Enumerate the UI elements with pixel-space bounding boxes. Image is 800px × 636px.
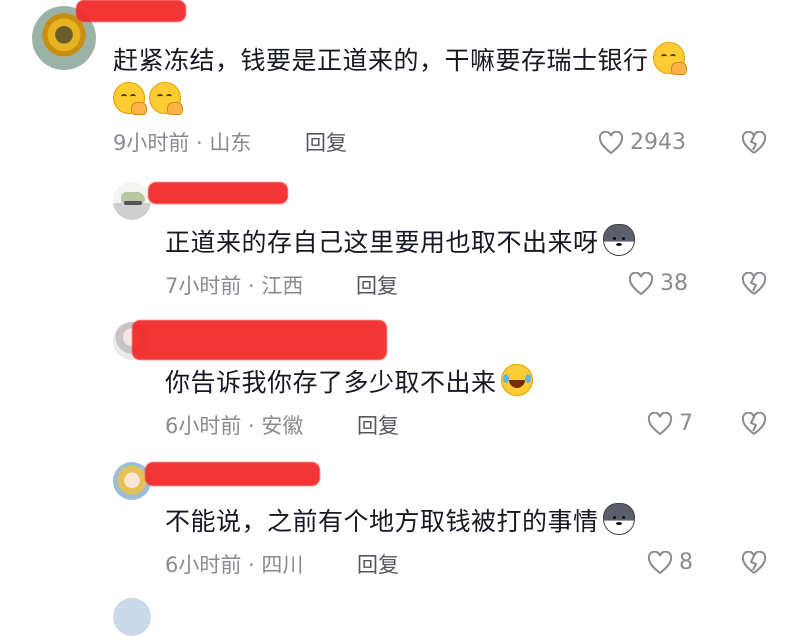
redacted-username — [132, 320, 387, 360]
heart-outline-icon — [647, 551, 673, 575]
like-button[interactable]: 8 — [647, 548, 693, 578]
hehe-emoji-icon — [149, 82, 183, 115]
reply-text: 正道来的存自己这里要用也取不出来呀 — [165, 224, 635, 262]
comment-text-line2 — [113, 82, 183, 120]
comment-text: 赶紧冻结，钱要是正道来的，干嘛要存瑞士银行 — [113, 42, 687, 80]
husky-emoji-icon — [602, 224, 635, 256]
like-button[interactable]: 2943 — [598, 128, 686, 158]
reply-time-location: 6小时前 · 四川 — [165, 553, 304, 577]
reply-body: 你告诉我你存了多少取不出来 — [165, 368, 497, 397]
heart-outline-icon — [647, 412, 673, 436]
reply-item: 不能说，之前有个地方取钱被打的事情 6小时前 · 四川 回复 8 — [0, 450, 800, 590]
like-count: 8 — [679, 550, 693, 575]
reply-item: 你告诉我你存了多少取不出来 6小时前 · 安徽 回复 7 — [0, 310, 800, 450]
reply-button[interactable]: 回复 — [356, 271, 398, 301]
reply-text: 你告诉我你存了多少取不出来 — [165, 364, 533, 402]
avatar[interactable] — [113, 598, 151, 636]
like-count: 7 — [679, 411, 693, 436]
hehe-emoji-icon — [113, 82, 147, 115]
reply-button[interactable]: 回复 — [357, 550, 399, 580]
comment-time-location: 9小时前 · 山东 — [113, 131, 252, 155]
like-count: 2943 — [630, 130, 686, 155]
like-button[interactable]: 38 — [628, 269, 688, 299]
reply-button[interactable]: 回复 — [305, 128, 347, 158]
reply-text: 不能说，之前有个地方取钱被打的事情 — [165, 503, 635, 541]
broken-heart-icon[interactable] — [741, 131, 767, 155]
husky-emoji-icon — [602, 503, 635, 535]
reply-item: 正道来的存自己这里要用也取不出来呀 7小时前 · 江西 回复 38 — [0, 170, 800, 310]
reply-button[interactable]: 回复 — [357, 411, 399, 441]
comment-body: 赶紧冻结，钱要是正道来的，干嘛要存瑞士银行 — [113, 46, 649, 75]
broken-heart-icon[interactable] — [741, 272, 767, 296]
broken-heart-icon[interactable] — [741, 412, 767, 436]
heart-outline-icon — [598, 131, 624, 155]
laugh-cry-emoji-icon — [500, 364, 533, 396]
redacted-username — [145, 462, 320, 486]
like-count: 38 — [660, 271, 688, 296]
reply-body: 不能说，之前有个地方取钱被打的事情 — [165, 507, 599, 536]
like-button[interactable]: 7 — [647, 409, 693, 439]
redacted-username — [76, 0, 186, 22]
avatar[interactable] — [113, 182, 151, 220]
reply-time-location: 7小时前 · 江西 — [165, 274, 304, 298]
hehe-emoji-icon — [652, 42, 687, 75]
broken-heart-icon[interactable] — [741, 551, 767, 575]
reply-time-location: 6小时前 · 安徽 — [165, 414, 304, 438]
comment-item: 赶紧冻结，钱要是正道来的，干嘛要存瑞士银行 9小时前 · 山东 回复 2943 — [0, 0, 800, 170]
redacted-username — [148, 182, 288, 204]
reply-body: 正道来的存自己这里要用也取不出来呀 — [165, 228, 599, 257]
heart-outline-icon — [628, 272, 654, 296]
